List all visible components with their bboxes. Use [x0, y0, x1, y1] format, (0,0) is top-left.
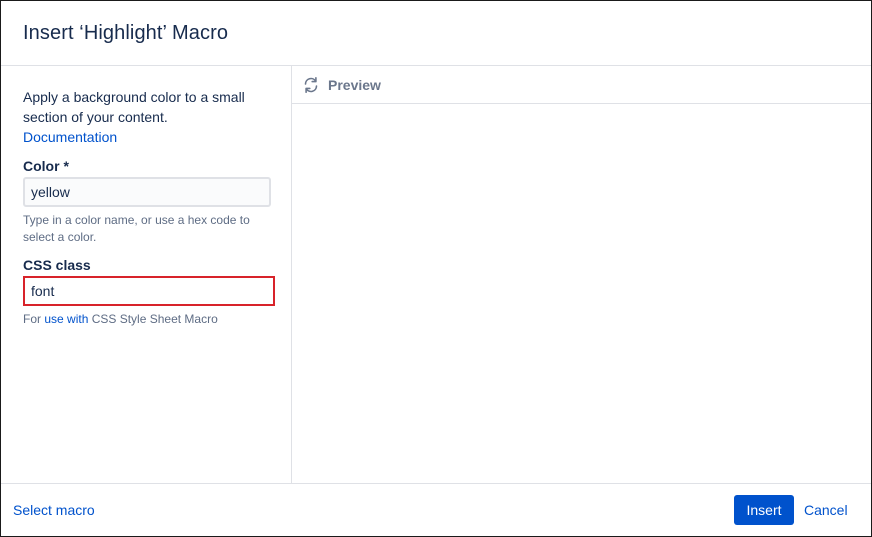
dialog-title: Insert ‘Highlight’ Macro: [23, 22, 229, 44]
css-class-input[interactable]: [23, 276, 275, 306]
color-field-label: Color *: [23, 158, 69, 174]
dialog-footer: Select macro Insert Cancel: [1, 483, 871, 537]
macro-description: Apply a background color to a small sect…: [23, 89, 245, 125]
cancel-button[interactable]: Cancel: [804, 502, 848, 518]
documentation-link[interactable]: Documentation: [23, 127, 117, 147]
preview-panel: Preview: [292, 66, 871, 483]
preview-label: Preview: [328, 77, 381, 93]
insert-button[interactable]: Insert: [734, 495, 794, 525]
css-help-prefix: For: [23, 312, 45, 326]
preview-toolbar: Preview: [292, 66, 871, 104]
use-with-link[interactable]: use with: [44, 312, 88, 326]
insert-macro-dialog: Insert ‘Highlight’ Macro Apply a backgro…: [0, 0, 872, 537]
css-class-field-label: CSS class: [23, 257, 91, 273]
refresh-icon[interactable]: [302, 76, 320, 94]
macro-parameters-panel: Apply a background color to a small sect…: [1, 66, 292, 483]
select-macro-link[interactable]: Select macro: [13, 502, 95, 518]
css-help-suffix: CSS Style Sheet Macro: [88, 312, 218, 326]
dialog-header: Insert ‘Highlight’ Macro: [1, 1, 871, 66]
color-help-text: Type in a color name, or use a hex code …: [23, 213, 250, 244]
color-input[interactable]: [23, 177, 271, 207]
css-class-help-text: For use with CSS Style Sheet Macro: [23, 311, 278, 328]
